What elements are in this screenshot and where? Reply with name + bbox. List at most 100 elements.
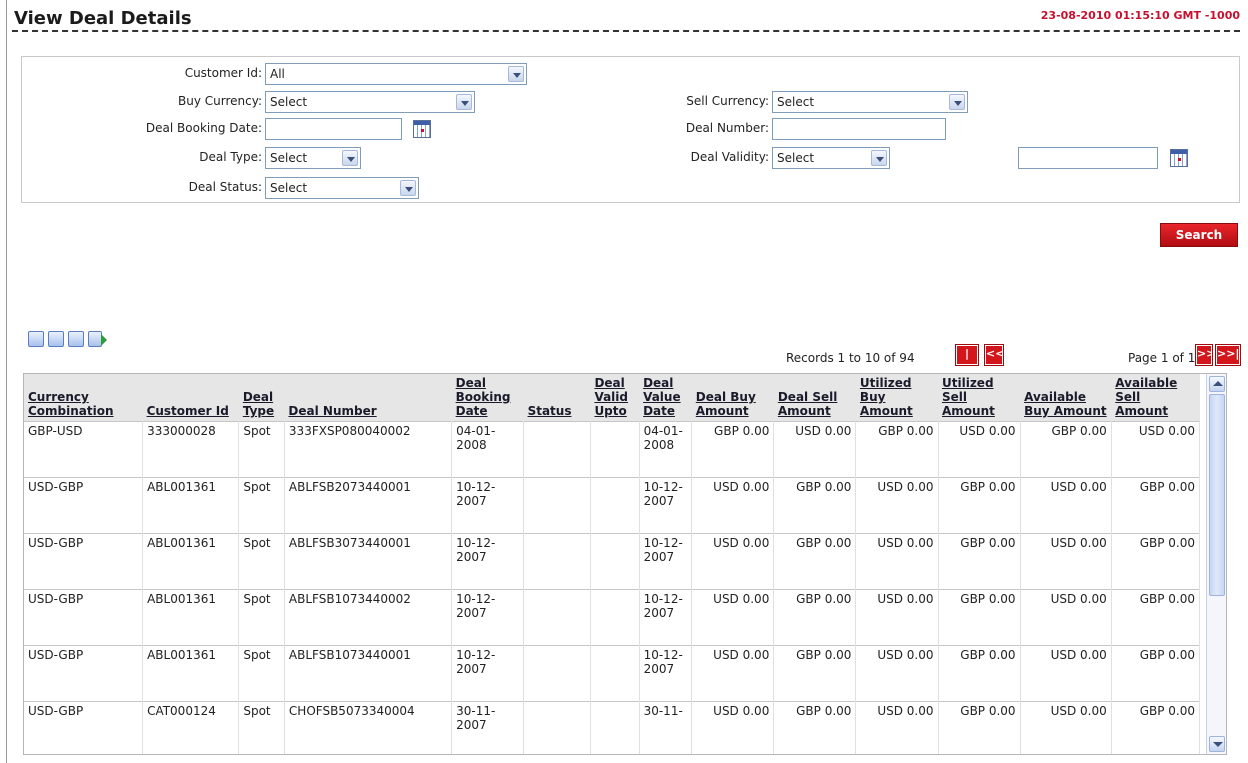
customer-id-select[interactable]: All	[265, 63, 527, 85]
search-button[interactable]: Search	[1160, 223, 1238, 247]
column-header-label[interactable]: Deal Value Date	[643, 376, 681, 418]
chevron-down-icon[interactable]	[949, 94, 965, 110]
deal-status-select[interactable]: Select	[265, 177, 419, 199]
table-cell: USD 0.00	[855, 533, 939, 590]
scroll-down-icon[interactable]	[1209, 736, 1225, 752]
table-cell: GBP-USD	[24, 421, 144, 478]
chevron-down-icon[interactable]	[456, 94, 472, 110]
table-cell: Spot	[238, 533, 285, 590]
column-header[interactable]: Deal Value Date	[639, 374, 692, 422]
column-header[interactable]: Deal Booking Date	[451, 374, 524, 422]
buy-currency-value: Select	[270, 95, 308, 109]
table-cell: 10-12-2007	[451, 645, 525, 702]
column-header-label[interactable]: Customer Id	[147, 404, 229, 418]
column-header[interactable]: Utilized Sell Amount	[938, 374, 1021, 422]
table-row[interactable]: USD-GBP CAT000124 Spot CHOFSB5073340004 30-1…	[24, 701, 1201, 754]
table-cell: 04-01-2008	[451, 421, 525, 478]
chevron-down-icon[interactable]	[400, 180, 416, 196]
vertical-scrollbar[interactable]	[1206, 374, 1226, 754]
table-cell: Spot	[238, 701, 285, 754]
table-cell: GBP 0.00	[938, 477, 1021, 534]
table-cell: GBP 0.00	[938, 533, 1021, 590]
sell-currency-select[interactable]: Select	[772, 91, 968, 113]
next-page-button[interactable]: >>	[1195, 344, 1215, 366]
table-cell: 10-12-2007	[639, 477, 693, 534]
column-header-label[interactable]: Available Buy Amount	[1024, 390, 1107, 418]
table-cell: 04-01-2008	[639, 421, 693, 478]
table-cell: 10-12-2007	[451, 533, 525, 590]
table-row[interactable]: GBP-USD 333000028 Spot 333FXSP080040002 04-0…	[24, 421, 1201, 478]
deal-booking-date-input[interactable]	[265, 118, 402, 140]
column-header[interactable]: Status	[523, 374, 591, 422]
table-row[interactable]: USD-GBP ABL001361 Spot ABLFSB3073440001 10-1…	[24, 533, 1201, 590]
table-cell: GBP 0.00	[773, 589, 857, 646]
column-header[interactable]: Deal Type	[238, 374, 285, 422]
column-header-label[interactable]: Currency Combination	[28, 390, 114, 418]
deal-validity-select[interactable]: Select	[772, 147, 890, 169]
chevron-down-icon[interactable]	[342, 150, 358, 166]
column-header-label[interactable]: Deal Sell Amount	[778, 390, 838, 418]
deal-type-label: Deal Type:	[199, 150, 262, 164]
column-header-label[interactable]: Deal Buy Amount	[696, 390, 756, 418]
chevron-down-icon[interactable]	[871, 150, 887, 166]
table-cell: ABL001361	[142, 645, 240, 702]
deal-validity-date-input[interactable]	[1018, 147, 1158, 169]
table-cell	[523, 477, 591, 534]
deal-status-value: Select	[270, 181, 308, 195]
last-page-button[interactable]: >>|	[1215, 344, 1241, 366]
previous-page-button[interactable]: <<	[984, 344, 1004, 366]
table-cell: USD 0.00	[855, 645, 939, 702]
buy-currency-select[interactable]: Select	[265, 91, 475, 113]
table-cell: 10-12-2007	[451, 477, 525, 534]
table-cell: Spot	[238, 589, 285, 646]
table-cell: ABL001361	[142, 589, 240, 646]
column-header-label[interactable]: Utilized Sell Amount	[942, 376, 995, 418]
print-icon[interactable]	[68, 331, 84, 347]
scrollbar-thumb[interactable]	[1209, 394, 1225, 596]
column-header-label[interactable]: Utilized Buy Amount	[860, 376, 913, 418]
column-header-label[interactable]: Deal Valid Upto	[594, 376, 628, 418]
column-header-label[interactable]: Deal Type	[243, 390, 274, 418]
column-header[interactable]: Available Buy Amount	[1020, 374, 1112, 422]
first-page-button[interactable]: |<<	[955, 344, 979, 376]
calendar-icon[interactable]	[1170, 149, 1188, 167]
table-cell: GBP 0.00	[691, 421, 775, 478]
column-header-label[interactable]: Status	[528, 404, 572, 418]
calendar-icon[interactable]	[413, 120, 431, 138]
table-row[interactable]: USD-GBP ABL001361 Spot ABLFSB1073440001 10-1…	[24, 645, 1201, 702]
table-cell: Spot	[238, 421, 285, 478]
column-header[interactable]: Available Sell Amount	[1111, 374, 1200, 422]
table-row[interactable]: USD-GBP ABL001361 Spot ABLFSB2073440001 10-1…	[24, 477, 1201, 534]
table-cell: USD 0.00	[855, 589, 939, 646]
customer-id-value: All	[270, 67, 285, 81]
deal-number-input[interactable]	[772, 118, 946, 140]
scroll-up-icon[interactable]	[1209, 376, 1225, 392]
column-header[interactable]: Deal Number	[284, 374, 452, 422]
page-title: View Deal Details	[14, 8, 192, 29]
column-header-label[interactable]: Available Sell Amount	[1115, 376, 1177, 418]
edit-icon[interactable]	[28, 331, 44, 347]
column-header[interactable]: Deal Sell Amount	[773, 374, 856, 422]
table-row[interactable]: USD-GBP ABL001361 Spot ABLFSB1073440002 10-1…	[24, 589, 1201, 646]
table-cell: USD 0.00	[691, 645, 775, 702]
table-cell: GBP 0.00	[938, 589, 1021, 646]
column-header[interactable]: Customer Id	[142, 374, 239, 422]
table-cell: USD-GBP	[24, 645, 144, 702]
table-cell	[523, 645, 591, 702]
records-count: Records 1 to 10 of 94	[786, 351, 915, 365]
table-cell: 10-12-2007	[451, 589, 525, 646]
download-icon[interactable]	[48, 331, 64, 347]
table-cell: GBP 0.00	[1111, 701, 1201, 754]
column-header[interactable]: Utilized Buy Amount	[855, 374, 938, 422]
column-header[interactable]: Deal Buy Amount	[691, 374, 774, 422]
chevron-down-icon[interactable]	[508, 66, 524, 82]
table-cell: USD 0.00	[691, 477, 775, 534]
column-header[interactable]: Deal Valid Upto	[590, 374, 640, 422]
column-header-label[interactable]: Deal Booking Date	[456, 376, 511, 418]
table-cell: ABLFSB3073440001	[284, 533, 453, 590]
column-header[interactable]: Currency Combination	[24, 374, 143, 422]
table-cell: USD 0.00	[1020, 533, 1112, 590]
deal-type-select[interactable]: Select	[265, 147, 361, 169]
column-header-label[interactable]: Deal Number	[288, 404, 376, 418]
export-icon[interactable]	[88, 331, 107, 347]
